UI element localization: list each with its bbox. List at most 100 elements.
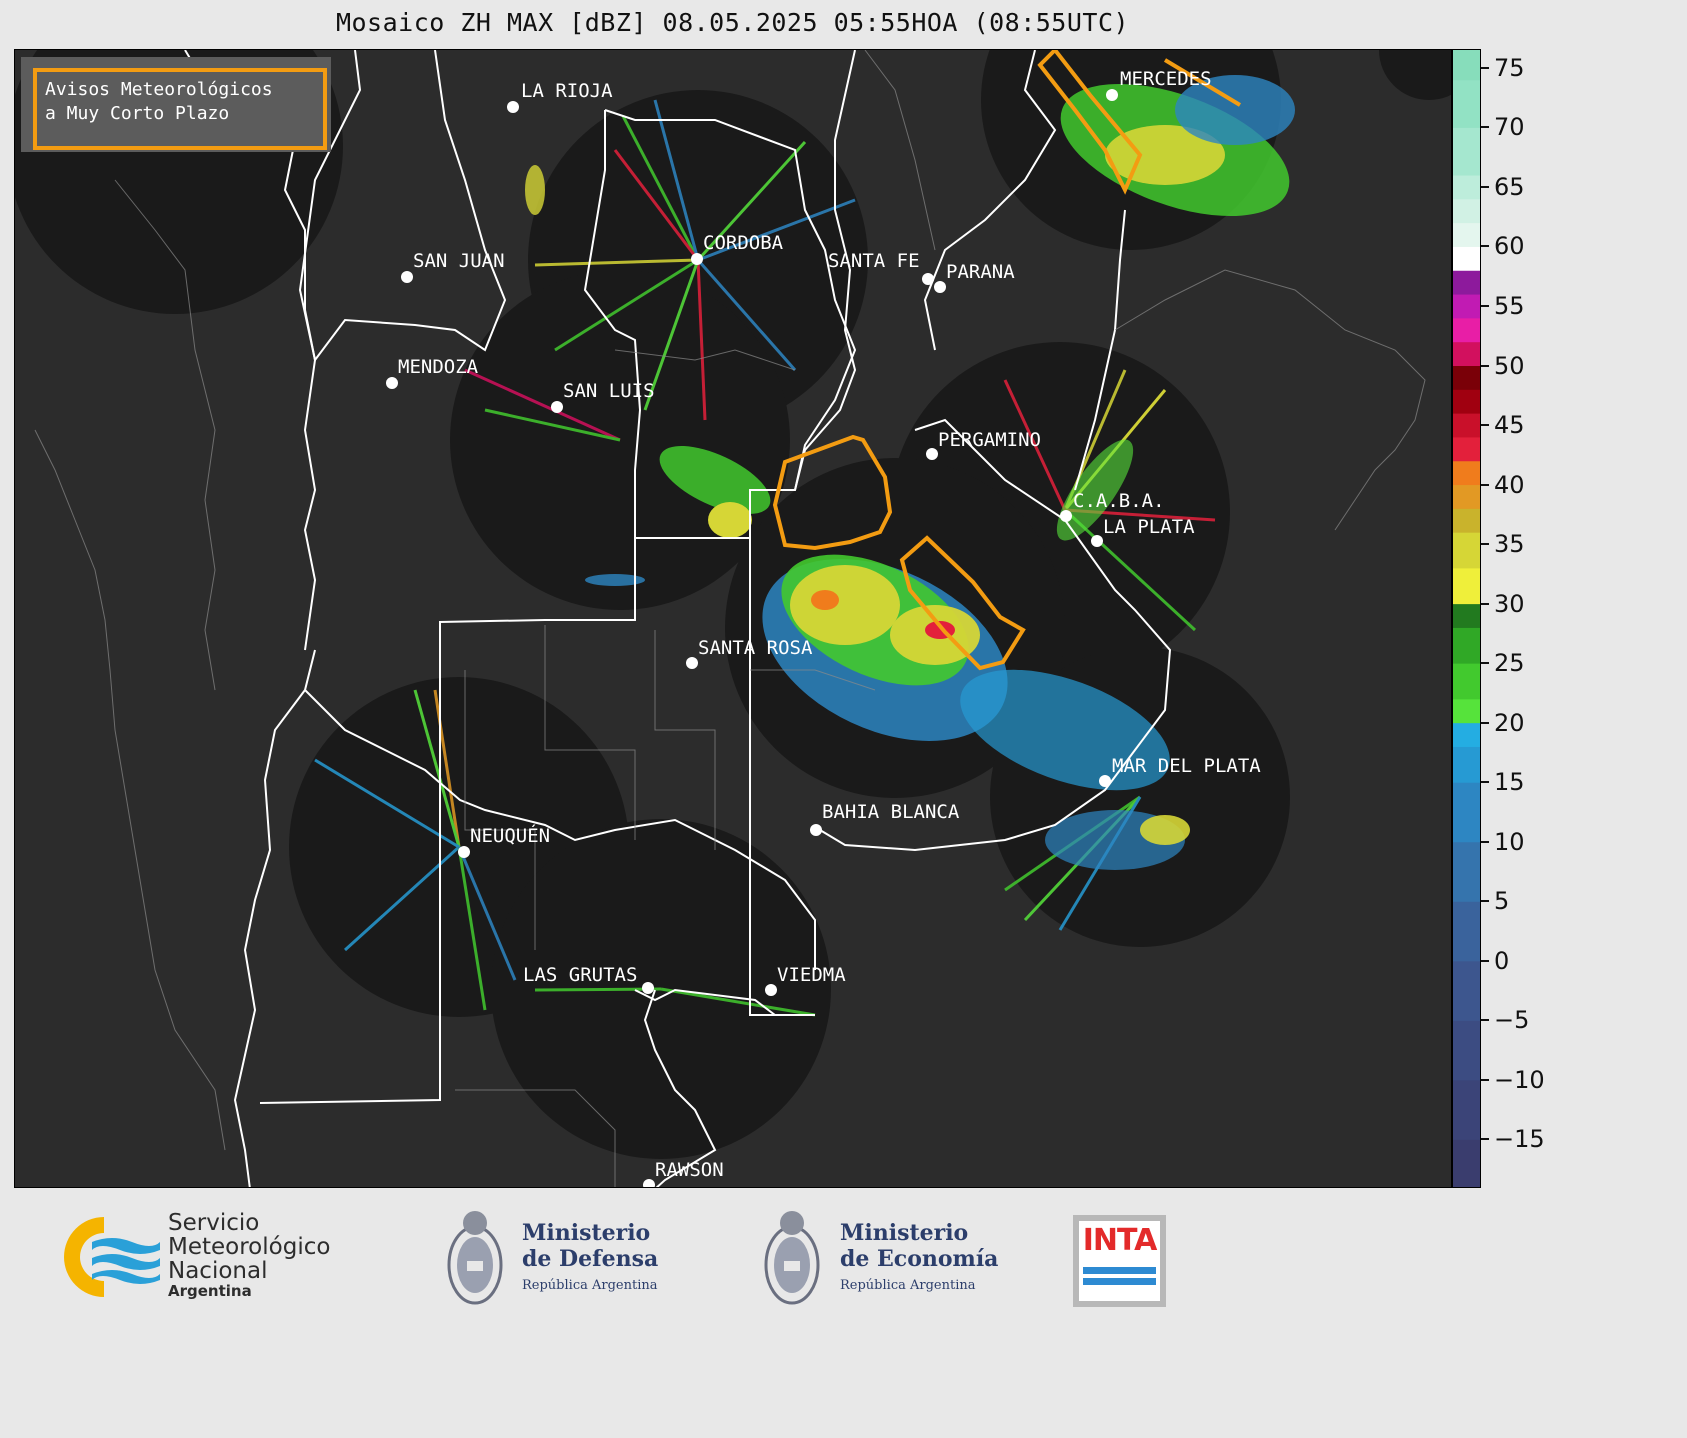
- defensa-line3: República Argentina: [522, 1278, 658, 1293]
- city-label-san-luis: SAN LUIS: [563, 380, 655, 402]
- colorbar-tick: [1481, 781, 1489, 784]
- colorbar-band: [1453, 389, 1480, 414]
- colorbar-tick: [1481, 900, 1489, 903]
- city-label-cordoba: CORDOBA: [703, 232, 784, 254]
- city-marker-bahia-blanca: [810, 824, 822, 836]
- colorbar-band: [1453, 1020, 1480, 1081]
- colorbar-tick-label: 20: [1494, 708, 1525, 737]
- smn-name-line1: Servicio: [168, 1210, 260, 1236]
- economia-line1: Ministerio: [840, 1220, 969, 1246]
- city-marker-pergamino: [926, 448, 938, 460]
- colorbar-tick: [1481, 1138, 1489, 1141]
- avisos-legend: Avisos Meteorológicos a Muy Corto Plazo: [33, 68, 327, 150]
- colorbar-tick: [1481, 364, 1489, 367]
- colorbar-tick: [1481, 66, 1489, 69]
- colorbar-band: [1453, 1079, 1480, 1140]
- colorbar-tick: [1481, 1078, 1489, 1081]
- colorbar-band: [1453, 127, 1480, 176]
- colorbar-band: [1453, 79, 1480, 128]
- colorbar-tick-label: 65: [1494, 172, 1525, 201]
- inta-logo-text: INTA: [1082, 1223, 1158, 1258]
- colorbar-tick-label: 5: [1494, 887, 1510, 916]
- colorbar-band: [1453, 627, 1480, 664]
- city-label-rawson: RAWSON: [655, 1159, 724, 1181]
- colorbar-tick-label: −10: [1494, 1065, 1545, 1094]
- colorbar-band: [1453, 484, 1480, 509]
- colorbar-band: [1453, 698, 1480, 724]
- colorbar-tick: [1481, 245, 1489, 248]
- colorbar-tick-label: 15: [1494, 768, 1525, 797]
- colorbar-tick: [1481, 662, 1489, 665]
- city-marker-caba: [1060, 510, 1072, 522]
- colorbar-band: [1453, 532, 1480, 569]
- colorbar-tick: [1481, 424, 1489, 427]
- colorbar-tick: [1481, 721, 1489, 724]
- colorbar-tick-label: 25: [1494, 649, 1525, 678]
- footer-logos: Servicio Meteorológico Nacional Argentin…: [0, 1188, 1568, 1337]
- city-marker-cordoba: [691, 253, 703, 265]
- radar-disc-east: [1379, 50, 1451, 100]
- colorbar-tick-label: 35: [1494, 530, 1525, 559]
- city-label-viedma: VIEDMA: [777, 964, 846, 986]
- colorbar-tick-label: 55: [1494, 291, 1525, 320]
- colorbar-tick-label: 40: [1494, 470, 1525, 499]
- inta-logo-icon: INTA: [1073, 1215, 1166, 1307]
- colorbar-band: [1453, 317, 1480, 343]
- radar-map: Avisos Meteorológicos a Muy Corto Plazo …: [14, 49, 1452, 1188]
- colorbar-band: [1453, 341, 1480, 367]
- avisos-line1: Avisos Meteorológicos: [45, 79, 273, 100]
- city-label-pergamino: PERGAMINO: [938, 429, 1041, 451]
- economia-seal-icon: [764, 1211, 820, 1305]
- city-marker-mendoza: [386, 377, 398, 389]
- colorbar-band: [1453, 198, 1480, 224]
- colorbar-band: [1453, 460, 1480, 486]
- colorbar-band: [1453, 663, 1480, 700]
- colorbar-tick-label: −15: [1494, 1125, 1545, 1154]
- colorbar-tick-label: 45: [1494, 411, 1525, 440]
- city-marker-rawson: [643, 1179, 655, 1187]
- economia-line3: República Argentina: [840, 1278, 976, 1293]
- city-marker-parana: [934, 281, 946, 293]
- smn-name-line2: Meteorológico: [168, 1234, 331, 1260]
- colorbar-tick: [1481, 126, 1489, 129]
- city-label-san-juan: SAN JUAN: [413, 250, 505, 272]
- city-marker-san-juan: [401, 271, 413, 283]
- avisos-line2: a Muy Corto Plazo: [45, 103, 230, 124]
- avisos-panel: Avisos Meteorológicos a Muy Corto Plazo: [21, 57, 331, 152]
- colorbar-tick: [1481, 185, 1489, 188]
- colorbar-tick-label: −5: [1494, 1006, 1530, 1035]
- colorbar-tick-label: 30: [1494, 589, 1525, 618]
- city-marker-neuquen: [458, 846, 470, 858]
- colorbar-band: [1453, 722, 1480, 747]
- city-marker-mercedes: [1106, 89, 1118, 101]
- colorbar-band: [1453, 782, 1480, 843]
- colorbar-tick-label: 10: [1494, 827, 1525, 856]
- economia-line2: de Economía: [840, 1246, 999, 1272]
- colorbar-tick: [1481, 602, 1489, 605]
- colorbar-band: [1453, 841, 1480, 902]
- colorbar-tick: [1481, 1019, 1489, 1022]
- city-label-las-grutas: LAS GRUTAS: [523, 964, 638, 986]
- colorbar-band: [1453, 567, 1480, 605]
- colorbar-tick-label: 60: [1494, 232, 1525, 261]
- city-label-caba: C.A.B.A.: [1073, 490, 1165, 512]
- colorbar-band: [1453, 436, 1480, 462]
- colorbar-tick: [1481, 543, 1489, 546]
- map-canvas: [15, 50, 1451, 1187]
- colorbar-band: [1453, 50, 1480, 81]
- city-marker-las-grutas: [642, 982, 654, 994]
- city-marker-la-rioja: [507, 101, 519, 113]
- city-marker-santa-fe: [922, 273, 934, 285]
- city-marker-mar-del-plata: [1099, 775, 1111, 787]
- colorbar-band: [1453, 960, 1480, 1021]
- city-label-la-rioja: LA RIOJA: [521, 80, 613, 102]
- colorbar-band: [1453, 270, 1480, 295]
- colorbar-tick: [1481, 840, 1489, 843]
- defensa-seal-icon: [447, 1211, 503, 1305]
- city-label-bahia-blanca: BAHIA BLANCA: [822, 801, 960, 823]
- colorbar-tick: [1481, 959, 1489, 962]
- city-label-santa-rosa: SANTA ROSA: [698, 637, 813, 659]
- colorbar-band: [1453, 246, 1480, 271]
- colorbar-tick: [1481, 304, 1489, 307]
- colorbar-band: [1453, 222, 1480, 247]
